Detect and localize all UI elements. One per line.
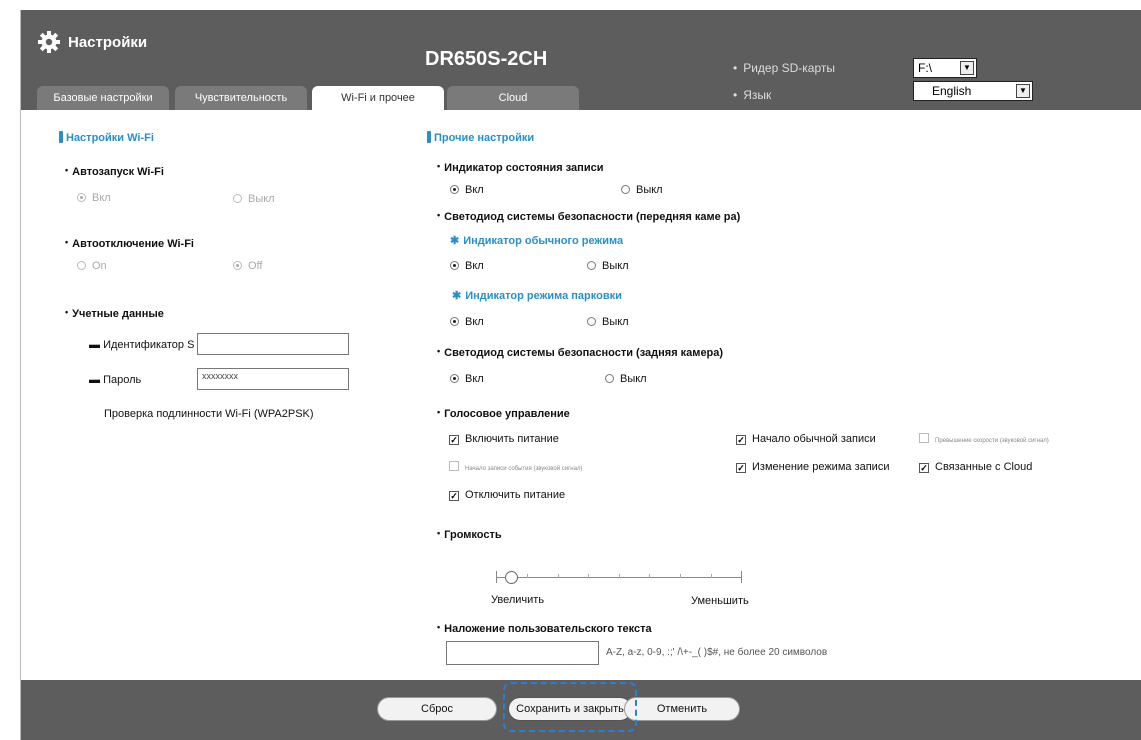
settings-window: Настройки DR650S-2CH • Ридер SD-карты F:\… (20, 10, 1141, 740)
volume-slider-tick (619, 574, 620, 578)
voice-speeding-checkbox[interactable]: Превышение скорости (звуковой сигнал) (919, 433, 1049, 444)
rec-indicator-label: • Индикатор состояния записи (437, 161, 604, 174)
tab-basic[interactable]: Базовые настройки (37, 86, 169, 110)
wifi-autostart-label: • Автозапуск Wi-Fi (65, 165, 164, 178)
volume-slider-tick (680, 574, 681, 578)
parking-mode-label: ✱ Индикатор режима парковки (452, 290, 622, 302)
volume-slider-knob[interactable] (504, 571, 518, 584)
volume-slider-tick (588, 574, 589, 578)
wifi-autooff-label: • Автоотключение Wi-Fi (65, 237, 194, 250)
normal-mode-label: ✱ Индикатор обычного режима (450, 235, 624, 247)
reset-button[interactable]: Сброс (377, 697, 497, 721)
voice-mode-change-checkbox[interactable]: ✓ Изменение режима записи (736, 461, 889, 473)
tab-sensitivity[interactable]: Чувствительность (175, 86, 307, 110)
asterisk-icon: ✱ (452, 290, 462, 302)
volume-slider-tick (558, 574, 559, 578)
volume-slider-tick (711, 574, 712, 578)
parking-mode-off-radio[interactable]: Выкл (587, 316, 629, 328)
ssid-input[interactable] (197, 333, 349, 355)
normal-mode-on-radio[interactable]: Вкл (450, 260, 484, 272)
wifi-auth-text: Проверка подлинности Wi-Fi (WPA2PSK) (104, 408, 314, 420)
rear-led-off-radio[interactable]: Выкл (605, 373, 647, 385)
asterisk-icon: ✱ (450, 235, 460, 247)
text-overlay-label: • Наложение пользовательского текста (437, 622, 652, 635)
voice-control-label: • Голосовое управление (437, 407, 570, 420)
language-label: • Язык (733, 88, 772, 102)
app-title: Настройки (68, 34, 148, 51)
rear-led-label: • Светодиод системы безопасности (задняя … (437, 346, 724, 359)
voice-normal-rec-checkbox[interactable]: ✓ Начало обычной записи (736, 433, 876, 445)
tab-wifi-other[interactable]: Wi-Fi и прочее (312, 86, 444, 110)
voice-power-off-checkbox[interactable]: ✓ Отключить питание (449, 489, 565, 501)
sd-reader-label: • Ридер SD-карты (733, 61, 835, 75)
volume-slider-max-tick (741, 571, 742, 583)
volume-decrease-label: Уменьшить (691, 595, 749, 607)
password-label: ▬ Пароль (89, 374, 142, 386)
other-section-title: Прочие настройки (427, 131, 534, 144)
voice-cloud-checkbox[interactable]: ✓ Связанные с Cloud (919, 461, 1032, 473)
wifi-autostart-on-radio[interactable]: Вкл (77, 192, 111, 204)
rec-indicator-on-radio[interactable]: Вкл (450, 184, 484, 196)
cancel-button[interactable]: Отменить (624, 697, 740, 721)
chevron-down-icon: ▼ (960, 61, 974, 75)
rec-indicator-off-radio[interactable]: Выкл (621, 184, 663, 196)
credentials-label: • Учетные данные (65, 307, 164, 320)
wifi-autooff-on-radio[interactable]: On (77, 260, 107, 272)
language-select[interactable]: English ▼ (913, 81, 1033, 101)
model-name: DR650S-2CH (425, 48, 548, 70)
parking-mode-on-radio[interactable]: Вкл (450, 316, 484, 328)
text-overlay-hint: A-Z, a-z, 0-9, :;' /\+-_( )$#, не более … (606, 647, 828, 658)
text-overlay-input[interactable] (446, 641, 599, 665)
voice-power-on-checkbox[interactable]: ✓ Включить питание (449, 433, 559, 445)
volume-slider-min-tick (496, 571, 497, 583)
volume-slider-tick (527, 574, 528, 578)
wifi-autostart-off-radio[interactable]: Выкл (233, 193, 275, 205)
wifi-autooff-off-radio[interactable]: Off (233, 260, 262, 272)
voice-event-rec-checkbox[interactable]: Начало записи события (звуковой сигнал) (449, 461, 582, 472)
front-led-label: • Светодиод системы безопасности (передня… (437, 210, 741, 223)
rear-led-on-radio[interactable]: Вкл (450, 373, 484, 385)
password-input[interactable]: xxxxxxxx (197, 368, 349, 390)
chevron-down-icon: ▼ (1016, 84, 1030, 98)
focus-highlight (503, 682, 637, 732)
ssid-label: ▬ Идентификатор S (89, 339, 195, 351)
volume-increase-label: Увеличить (491, 594, 545, 606)
tab-cloud[interactable]: Cloud (447, 86, 579, 110)
normal-mode-off-radio[interactable]: Выкл (587, 260, 629, 272)
header-bar: Настройки DR650S-2CH • Ридер SD-карты F:\… (21, 10, 1141, 110)
volume-slider-tick (649, 574, 650, 578)
volume-label: • Громкость (437, 528, 502, 541)
gear-icon (38, 31, 60, 53)
wifi-section-title: Настройки Wi-Fi (59, 131, 154, 144)
sd-reader-select[interactable]: F:\ ▼ (913, 58, 977, 78)
